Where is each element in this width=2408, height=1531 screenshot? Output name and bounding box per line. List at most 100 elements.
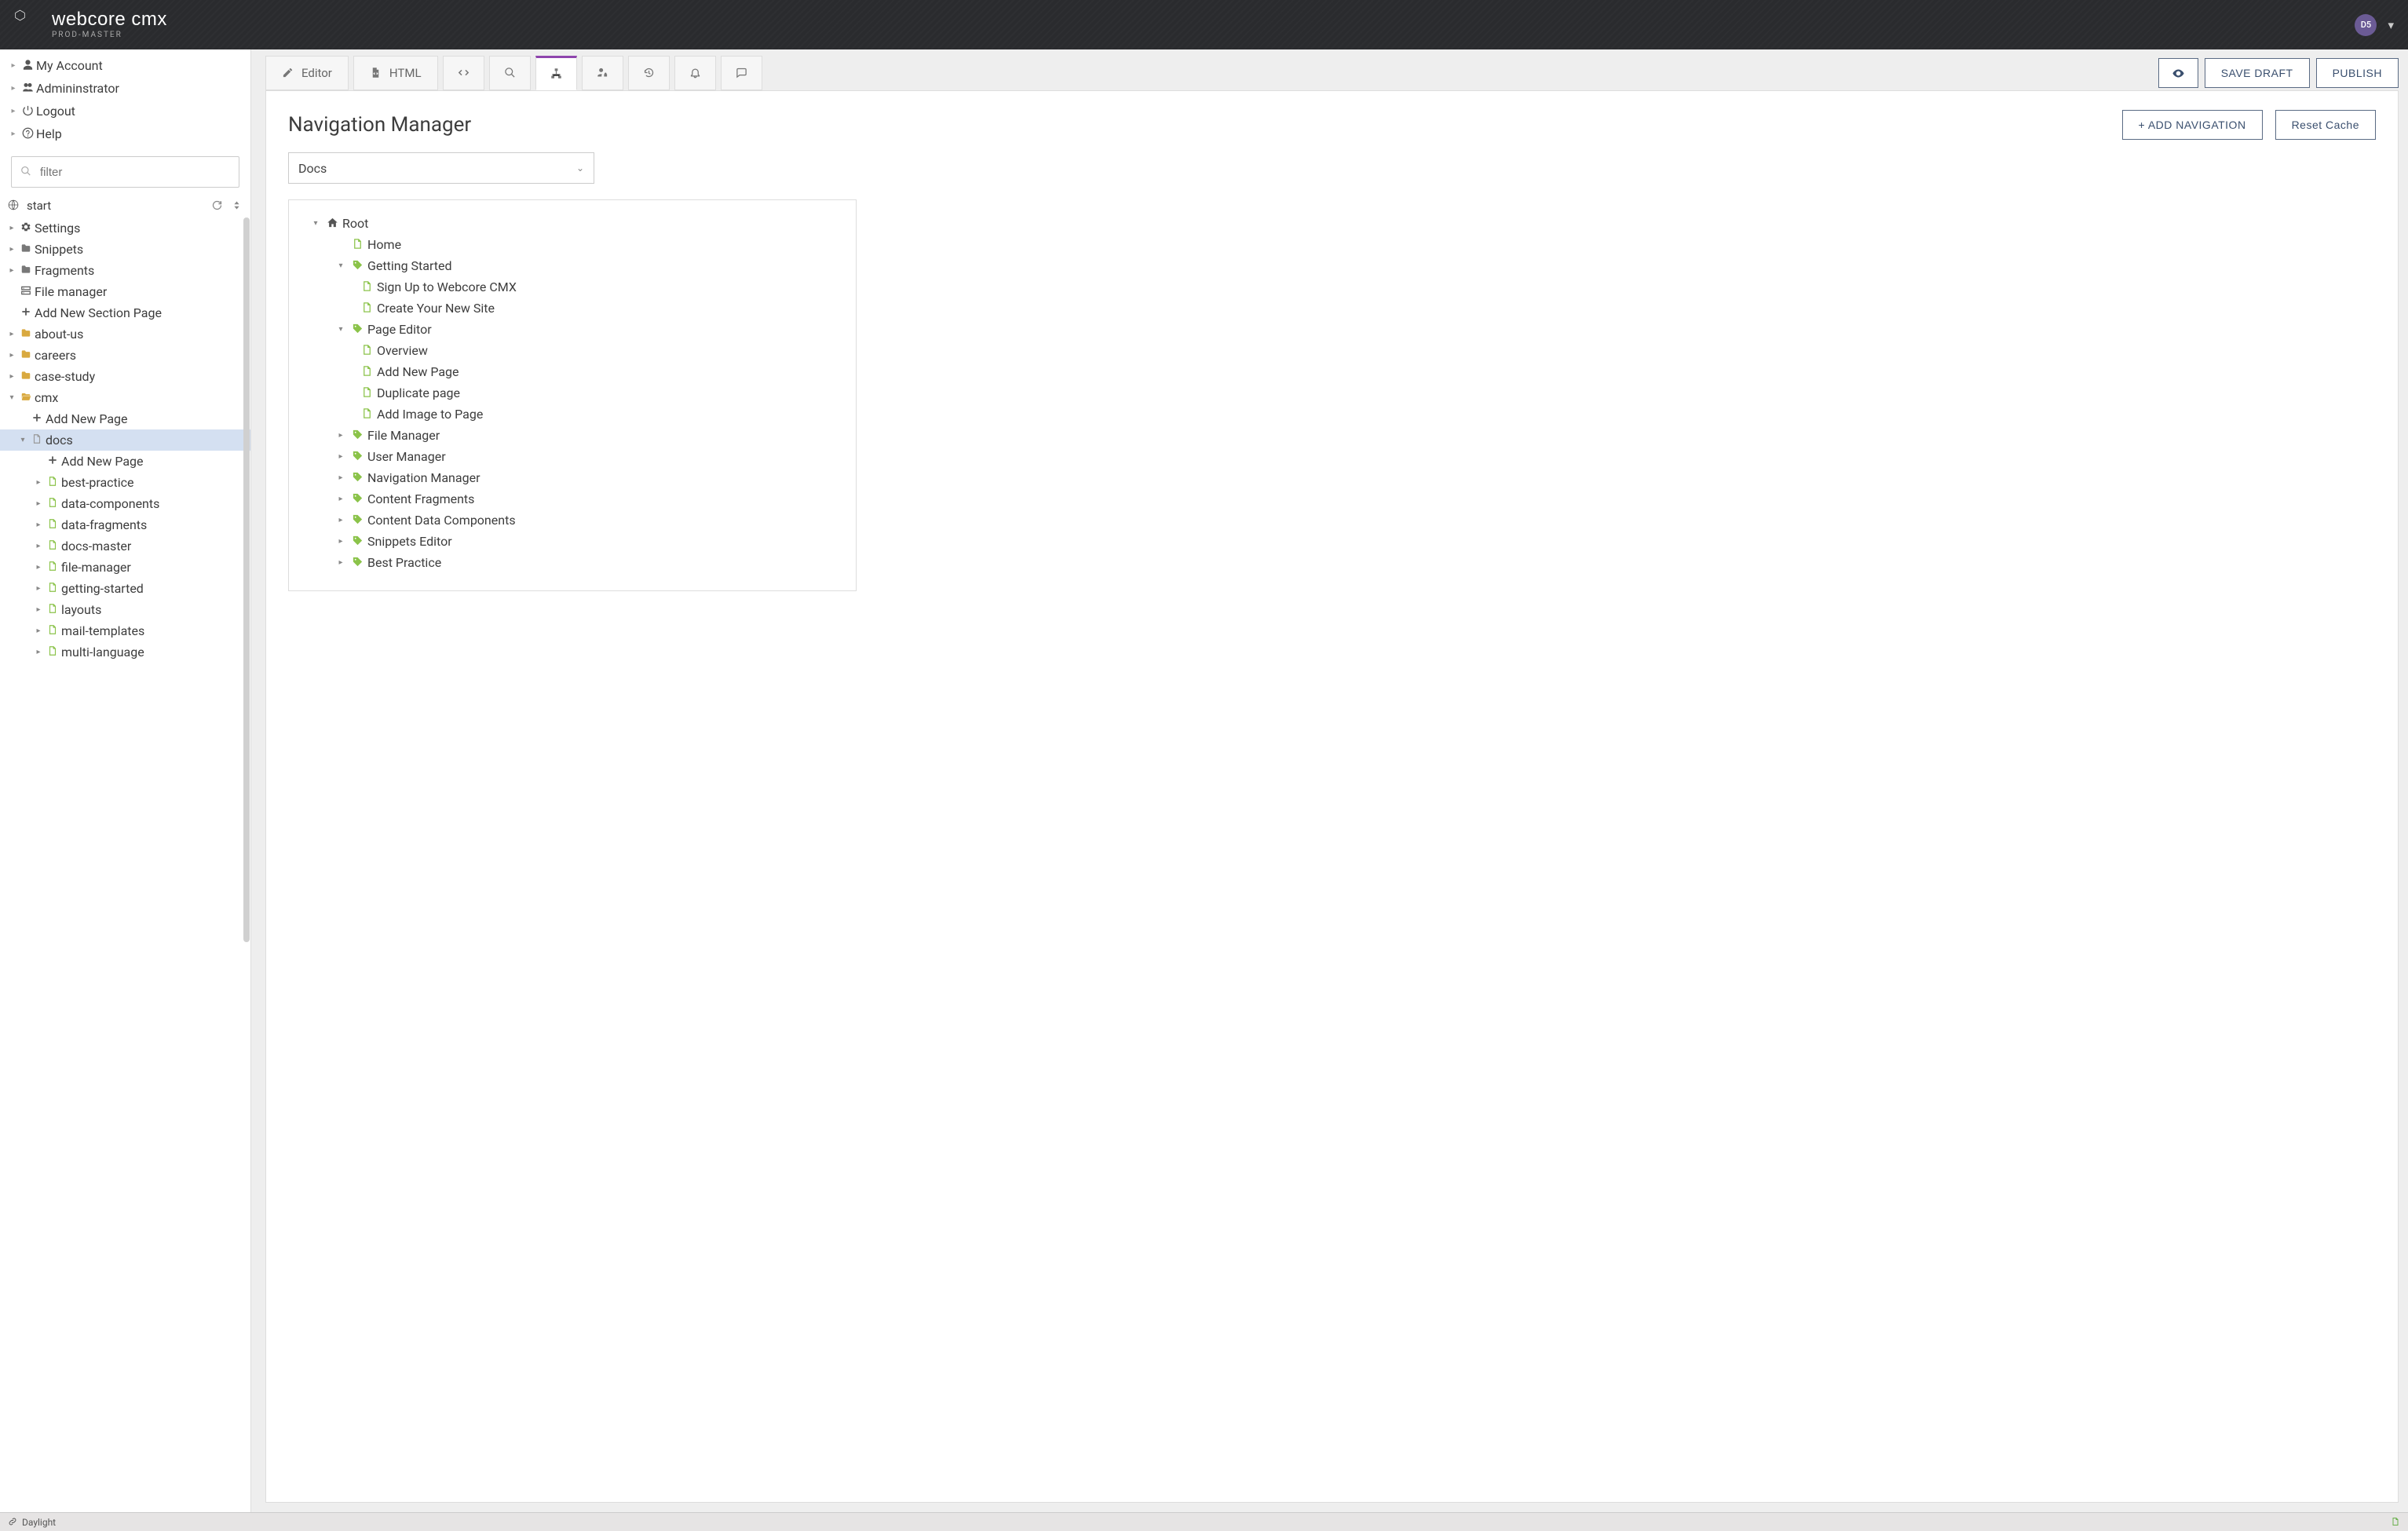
expander-icon[interactable]: ▸ [6, 266, 17, 275]
save-draft-button[interactable]: SAVE DRAFT [2205, 58, 2310, 88]
nav-tree-row[interactable]: Add Image to Page [303, 404, 842, 425]
tree-row[interactable]: ▸ data-components [0, 493, 250, 514]
tree-row[interactable]: ▸ data-fragments [0, 514, 250, 535]
tree-row[interactable]: ▸ case-study [0, 366, 250, 387]
nav-tree-row[interactable]: ▾ Root [303, 213, 842, 234]
nav-tree-row[interactable]: ▾ Getting Started [303, 255, 842, 276]
tab-search[interactable] [489, 56, 531, 90]
tree-row[interactable]: ▸ multi-language [0, 641, 250, 663]
expander-icon[interactable]: ▸ [33, 605, 44, 614]
expander-icon[interactable]: ▸ [33, 499, 44, 508]
tree-row-label: Add New Section Page [35, 305, 162, 320]
tree-row[interactable]: ▸ best-practice [0, 472, 250, 493]
expander-icon[interactable]: ▸ [33, 584, 44, 593]
tree-row[interactable]: ▸ Snippets [0, 239, 250, 260]
tree-row[interactable]: ▾ cmx [0, 387, 250, 408]
expander-icon[interactable]: ▸ [334, 452, 347, 461]
nav-tree-row[interactable]: Add New Page [303, 361, 842, 382]
start-row[interactable]: start [0, 194, 250, 217]
nav-tree-row[interactable]: ▾ Page Editor [303, 319, 842, 340]
expander-icon[interactable]: ▾ [309, 219, 322, 228]
tab-html[interactable]: HTML [353, 56, 438, 90]
expander-icon[interactable]: ▸ [334, 558, 347, 567]
sidebar-top-item[interactable]: ▸ Logout [0, 100, 250, 122]
nav-tree-row[interactable]: Duplicate page [303, 382, 842, 404]
refresh-icon[interactable] [211, 199, 223, 213]
expander-icon[interactable]: ▾ [334, 325, 347, 334]
tree-row[interactable]: Add New Section Page [0, 302, 250, 323]
sidebar-top-item[interactable]: ▸ My Account [0, 54, 250, 77]
tree-row[interactable]: ▸ docs-master [0, 535, 250, 557]
expander-icon[interactable]: ▸ [33, 542, 44, 550]
tabbar: EditorHTML SAVE DRAFT PUBLISH [265, 56, 2399, 90]
nav-tree-row[interactable]: ▸ File Manager [303, 425, 842, 446]
tree-row[interactable]: ▸ file-manager [0, 557, 250, 578]
user-menu-caret-icon[interactable]: ▾ [2388, 18, 2394, 32]
tab-editor[interactable]: Editor [265, 56, 349, 90]
expander-icon[interactable]: ▸ [6, 245, 17, 254]
tree-row[interactable]: ▸ mail-templates [0, 620, 250, 641]
nav-tree-row[interactable]: ▸ Navigation Manager [303, 467, 842, 488]
page-icon [44, 645, 61, 658]
tree-row[interactable]: ▾ docs [0, 429, 250, 451]
tree-row[interactable]: ▸ careers [0, 345, 250, 366]
tag-icon [347, 450, 367, 464]
avatar[interactable]: D5 [2355, 14, 2377, 36]
tree-row[interactable]: Add New Page [0, 451, 250, 472]
tree-row[interactable]: ▸ layouts [0, 599, 250, 620]
expander-icon[interactable]: ▸ [334, 495, 347, 503]
nav-tree-row[interactable]: ▸ Content Fragments [303, 488, 842, 510]
reset-cache-button[interactable]: Reset Cache [2275, 110, 2376, 140]
tab-bell[interactable] [674, 56, 716, 90]
expander-icon[interactable]: ▸ [6, 330, 17, 338]
tab-code[interactable] [443, 56, 484, 90]
tree-row[interactable]: Add New Page [0, 408, 250, 429]
nav-tree-row[interactable]: Sign Up to Webcore CMX [303, 276, 842, 298]
tab-comment[interactable] [721, 56, 762, 90]
expander-icon[interactable]: ▾ [17, 436, 28, 444]
nav-tree-row[interactable]: Overview [303, 340, 842, 361]
expander-icon[interactable]: ▾ [334, 261, 347, 270]
expander-icon[interactable]: ▾ [6, 393, 17, 402]
add-navigation-button[interactable]: + ADD NAVIGATION [2122, 110, 2263, 140]
nav-tree-row[interactable]: Home [303, 234, 842, 255]
expander-icon[interactable]: ▸ [33, 521, 44, 529]
tree-row[interactable]: ▸ Settings [0, 217, 250, 239]
nav-tree-label: Root [342, 216, 368, 231]
sidebar-top-item[interactable]: ▸ Admininstrator [0, 77, 250, 100]
tab-userlock[interactable] [582, 56, 623, 90]
tab-sitemap[interactable] [535, 56, 577, 90]
nav-tree-row[interactable]: ▸ Content Data Components [303, 510, 842, 531]
expander-icon[interactable]: ▸ [33, 627, 44, 635]
tree-row[interactable]: ▸ Fragments [0, 260, 250, 281]
expander-icon[interactable]: ▸ [334, 473, 347, 482]
preview-button[interactable] [2158, 58, 2198, 88]
tab-history[interactable] [628, 56, 670, 90]
publish-button[interactable]: PUBLISH [2316, 58, 2399, 88]
filter-input[interactable] [11, 156, 239, 188]
expander-icon[interactable]: ▸ [6, 224, 17, 232]
navigation-select[interactable]: Docs ⌄ [288, 152, 594, 184]
expander-icon[interactable]: ▸ [6, 351, 17, 360]
scrollbar[interactable] [243, 217, 250, 1512]
nav-tree-row[interactable]: Create Your New Site [303, 298, 842, 319]
expander-icon[interactable]: ▸ [334, 516, 347, 524]
tree-row[interactable]: File manager [0, 281, 250, 302]
expander-icon[interactable]: ▸ [33, 478, 44, 487]
tree-row[interactable]: ▸ getting-started [0, 578, 250, 599]
nav-tree-row[interactable]: ▸ User Manager [303, 446, 842, 467]
nav-tree-label: Sign Up to Webcore CMX [377, 280, 517, 294]
sidebar-top-item[interactable]: ▸ Help [0, 122, 250, 145]
tree-row[interactable]: ▸ about-us [0, 323, 250, 345]
expander-icon[interactable]: ▸ [334, 537, 347, 546]
expander-icon[interactable]: ▸ [6, 372, 17, 381]
nav-tree-label: Duplicate page [377, 385, 460, 400]
nav-tree-row[interactable]: ▸ Best Practice [303, 552, 842, 573]
nav-tree-row[interactable]: ▸ Snippets Editor [303, 531, 842, 552]
tree-row-label: mail-templates [61, 623, 144, 638]
statusbar: Daylight [0, 1512, 2408, 1531]
expander-icon[interactable]: ▸ [33, 648, 44, 656]
expander-icon[interactable]: ▸ [33, 563, 44, 572]
sort-icon[interactable] [231, 199, 243, 213]
expander-icon[interactable]: ▸ [334, 431, 347, 440]
